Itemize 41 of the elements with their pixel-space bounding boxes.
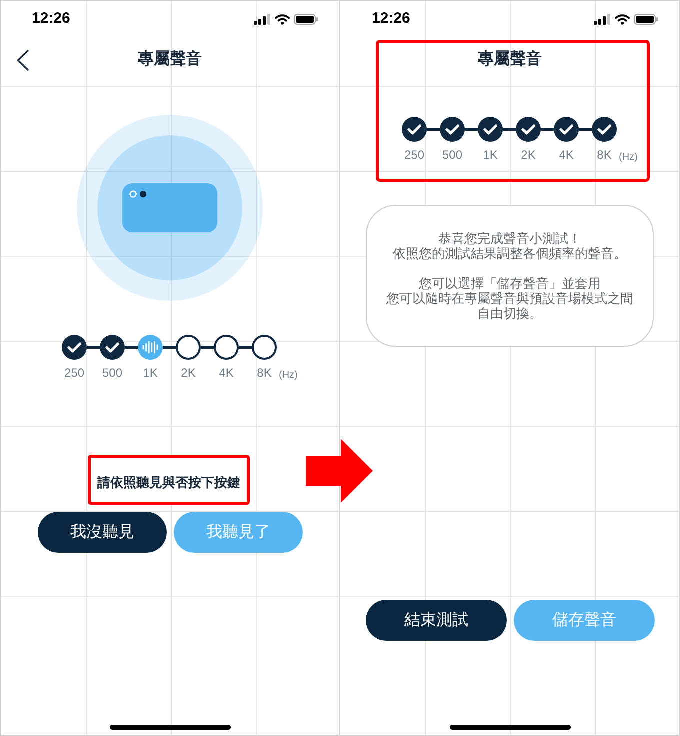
back-icon[interactable] xyxy=(17,50,29,70)
step-connector xyxy=(579,128,592,131)
frequency-label: 250 xyxy=(64,366,85,380)
unit-label: (Hz) xyxy=(279,369,298,382)
frequency-label: 2K xyxy=(181,366,196,380)
screen-title: 專屬聲音 xyxy=(478,49,542,70)
signal-icon xyxy=(594,14,611,24)
frequency-label: 500 xyxy=(442,148,463,162)
frequency-label: 500 xyxy=(102,366,123,380)
instruction-text: 請依照聽見與否按下按鍵 xyxy=(98,474,240,492)
secondary-button[interactable]: 我沒聽見 xyxy=(38,512,167,553)
unit-label: (Hz) xyxy=(619,151,638,164)
frequency-label: 2K xyxy=(521,148,536,162)
step-connector xyxy=(201,346,214,349)
step-connector xyxy=(163,346,176,349)
frequency-label: 8K xyxy=(597,148,612,162)
message-paragraph: 您可以選擇「儲存聲音」並套用 您可以隨時在專屬聲音與預設音場模式之間 自由切換。 xyxy=(386,276,634,321)
message-paragraph: 恭喜您完成聲音小測試！ 依照您的測試結果調整各個頻率的聲音。 xyxy=(393,231,627,261)
frequency-label: 1K xyxy=(483,148,498,162)
secondary-button[interactable]: 結束測試 xyxy=(366,600,507,641)
step-connector xyxy=(87,346,100,349)
annotation-arrow xyxy=(306,439,373,503)
step-connector xyxy=(465,128,478,131)
frequency-label: 4K xyxy=(219,366,234,380)
step-connector xyxy=(427,128,440,131)
battery-icon xyxy=(634,14,658,24)
frequency-label: 8K xyxy=(257,366,272,380)
wifi-icon xyxy=(615,14,630,24)
step-connector xyxy=(541,128,554,131)
step-connector xyxy=(239,346,252,349)
step-connector xyxy=(503,128,516,131)
status-time: 12:26 xyxy=(372,10,410,28)
battery-icon xyxy=(294,14,318,24)
screen-title: 專屬聲音 xyxy=(138,49,202,70)
frequency-label: 4K xyxy=(559,148,574,162)
frequency-label: 1K xyxy=(143,366,158,380)
status-time: 12:26 xyxy=(32,10,70,28)
wifi-icon xyxy=(275,14,290,24)
signal-icon xyxy=(254,14,271,24)
step-connector xyxy=(125,346,138,349)
frequency-label: 250 xyxy=(404,148,425,162)
